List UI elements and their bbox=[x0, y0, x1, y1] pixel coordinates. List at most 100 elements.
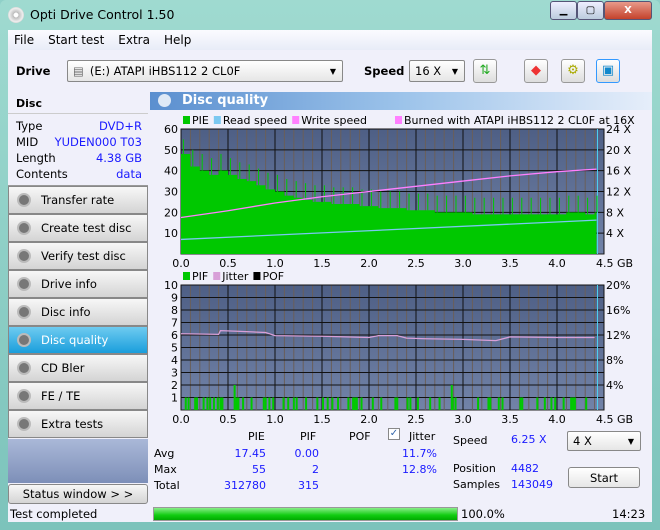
field-value: 4.38 GB bbox=[95, 151, 142, 165]
disc-icon bbox=[17, 389, 31, 403]
start-button[interactable]: Start bbox=[568, 467, 640, 488]
x-tick-label: 4.0 bbox=[548, 257, 566, 268]
legend-note: Burned with ATAPI iHBS112 2 CL0F at 16X bbox=[404, 114, 635, 127]
position-value: 4482 bbox=[511, 462, 539, 475]
y2-tick-label: 8 X bbox=[606, 206, 624, 219]
sidebar-item-disc-quality[interactable]: Disc quality bbox=[8, 326, 148, 354]
settings-button[interactable]: ⚙ bbox=[561, 59, 585, 83]
progress-text: 100.0% bbox=[461, 507, 505, 521]
pie-bar bbox=[596, 195, 598, 213]
test-speed-select[interactable]: 4 X ▼ bbox=[567, 431, 641, 451]
drive-icon: ▤ bbox=[73, 64, 84, 78]
y-tick-label: 7 bbox=[171, 317, 178, 330]
refresh-button[interactable]: ⇅ bbox=[473, 59, 497, 83]
sidebar: Disc Type DVD+R MID YUDEN000 T03 Length 4.38 … bbox=[8, 92, 148, 522]
x-tick-label: 0.5 bbox=[219, 257, 237, 268]
pif-bar bbox=[337, 397, 340, 410]
pie-bar bbox=[417, 193, 419, 211]
nav-label: FE / TE bbox=[41, 389, 81, 403]
pif-bar bbox=[543, 397, 546, 410]
save-button[interactable]: ▣ bbox=[596, 59, 620, 83]
erase-button[interactable]: ◆ bbox=[524, 59, 548, 83]
disc-icon bbox=[17, 333, 31, 347]
pif-bar bbox=[262, 397, 265, 410]
speed-select[interactable]: 16 X ▼ bbox=[409, 60, 465, 82]
pif-bar bbox=[585, 397, 588, 410]
status-window-button[interactable]: Status window > > bbox=[8, 484, 148, 504]
pif-bar bbox=[272, 397, 275, 410]
nav-label: CD Bler bbox=[41, 361, 85, 375]
x-tick-label: 0.0 bbox=[172, 413, 190, 424]
y-tick-label: 5 bbox=[171, 342, 178, 355]
nav-label: Disc quality bbox=[41, 333, 109, 347]
x-tick-label: 4.0 bbox=[548, 413, 566, 424]
y2-tick-label: 4% bbox=[606, 379, 623, 392]
disc-heading: Disc bbox=[8, 92, 148, 114]
pif-bar bbox=[489, 397, 492, 410]
field-value: data bbox=[116, 167, 142, 181]
y-tick-label: 10 bbox=[164, 227, 178, 240]
y2-tick-label: 20 X bbox=[606, 144, 631, 157]
sidebar-item-disc-info[interactable]: Disc info bbox=[8, 298, 148, 326]
pif-bar bbox=[187, 397, 190, 410]
menu-file[interactable]: File bbox=[14, 33, 34, 47]
field-label: Type bbox=[16, 119, 43, 133]
x-tick-label: 1.5 bbox=[313, 413, 331, 424]
pie-bar bbox=[568, 195, 570, 213]
sidebar-item-cd-bler[interactable]: CD Bler bbox=[8, 354, 148, 382]
x-tick-label: 0.0 bbox=[172, 257, 190, 268]
position-label: Position bbox=[453, 462, 496, 475]
drive-select[interactable]: ▤ (E:) ATAPI iHBS112 2 CL0F ▼ bbox=[67, 60, 343, 82]
pif-bar bbox=[550, 397, 553, 410]
sidebar-item-fe-te[interactable]: FE / TE bbox=[8, 382, 148, 410]
pif-bar bbox=[497, 397, 500, 410]
pie-bar bbox=[201, 154, 203, 171]
sidebar-item-create-test-disc[interactable]: Create test disc bbox=[8, 214, 148, 242]
field-value: DVD+R bbox=[98, 119, 142, 133]
pif-bar bbox=[573, 397, 576, 410]
pif-bar bbox=[282, 397, 285, 410]
sidebar-item-drive-info[interactable]: Drive info bbox=[8, 270, 148, 298]
client-area: File Start test Extra Help Drive ▤ (E:) A… bbox=[8, 30, 652, 522]
menu-extra[interactable]: Extra bbox=[118, 33, 150, 47]
y-tick-label: 10 bbox=[164, 279, 178, 292]
y2-tick-label: 12 X bbox=[606, 186, 631, 199]
pif-bar bbox=[221, 397, 224, 410]
pif-bar bbox=[409, 397, 412, 410]
x-tick-label: 3.5 bbox=[501, 257, 519, 268]
x-tick-label: 2.5 bbox=[407, 257, 425, 268]
disc-field: Contents data bbox=[8, 166, 148, 182]
y2-tick-label: 4 X bbox=[606, 227, 624, 240]
window-title: Opti Drive Control 1.50 bbox=[30, 7, 175, 22]
legend-label: PIF bbox=[192, 270, 208, 283]
disc-icon bbox=[17, 221, 31, 235]
app-disc-icon bbox=[8, 7, 24, 23]
x-tick-label: 1.0 bbox=[266, 257, 284, 268]
pie-bar bbox=[229, 158, 231, 175]
menu-help[interactable]: Help bbox=[164, 33, 191, 47]
pif-bar bbox=[250, 397, 253, 410]
legend-swatch bbox=[395, 116, 402, 124]
pie-bar bbox=[295, 181, 297, 198]
sidebar-item-extra-tests[interactable]: Extra tests bbox=[8, 410, 148, 438]
disc-field: Type DVD+R bbox=[8, 118, 148, 134]
pie-value: 17.45 bbox=[234, 447, 267, 460]
pif-bar bbox=[196, 397, 199, 410]
field-label: Contents bbox=[16, 167, 68, 181]
disc-icon bbox=[17, 305, 31, 319]
sidebar-item-transfer-rate[interactable]: Transfer rate bbox=[8, 186, 148, 214]
legend-swatch bbox=[253, 272, 261, 280]
close-button[interactable]: X bbox=[604, 1, 652, 20]
jitter-checkbox[interactable]: ✓ bbox=[388, 428, 400, 440]
pif-bar bbox=[454, 397, 457, 410]
sidebar-item-verify-test-disc[interactable]: Verify test disc bbox=[8, 242, 148, 270]
y-tick-label: 6 bbox=[171, 329, 178, 342]
y-tick-label: 8 bbox=[171, 304, 178, 317]
pif-bar bbox=[360, 397, 363, 410]
menu-start-test[interactable]: Start test bbox=[48, 33, 104, 47]
pie-bar bbox=[577, 195, 579, 213]
maximize-button[interactable]: ▢ bbox=[577, 1, 604, 20]
x-tick-label: 0.5 bbox=[219, 413, 237, 424]
legend-swatch bbox=[213, 116, 221, 124]
minimize-button[interactable]: ▁ bbox=[550, 1, 577, 20]
